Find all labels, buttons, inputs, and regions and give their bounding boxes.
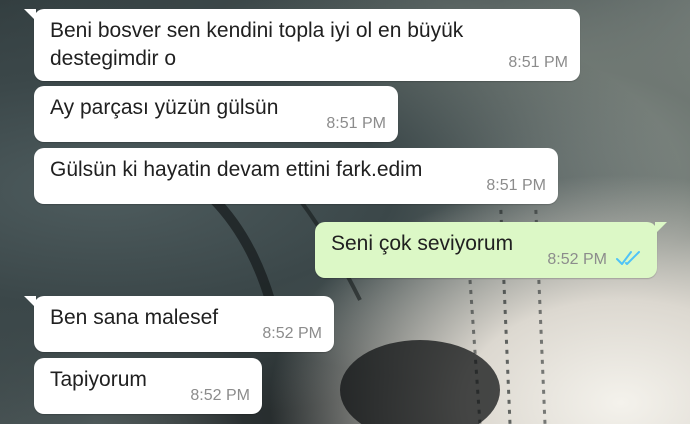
message-text: Seni çok seviyorum bbox=[331, 232, 514, 255]
bubble-tail bbox=[24, 296, 36, 308]
message-text: Ay parçası yüzün gülsün bbox=[50, 96, 279, 119]
message-bubble-incoming[interactable]: Ay parçası yüzün gülsün 8:51 PM bbox=[34, 86, 398, 142]
bubble-tail bbox=[24, 9, 36, 21]
message-bubble-incoming[interactable]: Tapiyorum 8:52 PM bbox=[34, 358, 262, 414]
message-bubble-outgoing[interactable]: Seni çok seviyorum 8:52 PM bbox=[315, 222, 667, 278]
message-time: 8:52 PM bbox=[190, 387, 250, 404]
message-time: 8:52 PM bbox=[547, 251, 607, 268]
message-text: Ben sana malesef bbox=[50, 306, 219, 329]
message-bubble-incoming[interactable]: Beni bosver sen kendini topla iyi ol en … bbox=[24, 9, 580, 81]
bubble-tail bbox=[655, 222, 667, 234]
message-text: Beni bosver sen kendini topla iyi ol en … bbox=[50, 19, 464, 70]
message-time: 8:52 PM bbox=[262, 325, 322, 342]
message-time: 8:51 PM bbox=[508, 54, 568, 71]
message-bubble-incoming[interactable]: Ben sana malesef 8:52 PM bbox=[24, 296, 334, 352]
message-bubble-incoming[interactable]: Gülsün ki hayatin devam ettini fark.edim… bbox=[34, 148, 558, 204]
message-text: Gülsün ki hayatin devam ettini fark.edim bbox=[50, 158, 423, 181]
message-time: 8:51 PM bbox=[486, 177, 546, 194]
message-time: 8:51 PM bbox=[326, 115, 386, 132]
double-check-icon bbox=[616, 251, 640, 265]
message-text: Tapiyorum bbox=[50, 368, 147, 391]
